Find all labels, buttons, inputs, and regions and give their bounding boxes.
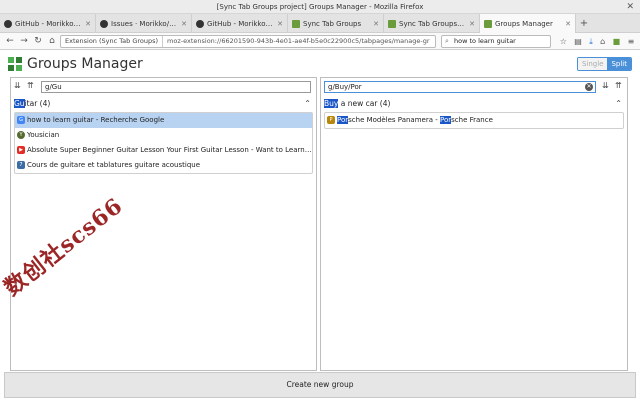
group-header[interactable]: Guitar (4) ⌃ xyxy=(14,98,313,109)
browser-search-value: how to learn guitar xyxy=(454,37,516,45)
group-title-highlight: Buy xyxy=(324,99,339,108)
browser-tab[interactable]: GitHub - Morikko/sync-ta ✕ xyxy=(0,14,96,33)
left-search-input[interactable]: g/Gu xyxy=(41,81,311,93)
left-panel: ⇊ ⇈ g/Gu Guitar (4) ⌃ G how to learn gui… xyxy=(10,77,317,371)
right-search-value: g/Buy/Por xyxy=(328,83,362,91)
download-icon[interactable]: ⤓ xyxy=(589,35,593,48)
back-icon[interactable]: ← xyxy=(4,35,16,47)
url-bar[interactable]: Extension (Sync Tab Groups) moz-extensio… xyxy=(60,35,436,48)
group-title: a new car (4) xyxy=(338,99,391,108)
home-icon[interactable]: ⌂ xyxy=(46,35,58,47)
collapse-icon[interactable]: ⌃ xyxy=(615,98,622,109)
tab-entry[interactable]: Y Yousician xyxy=(15,128,312,143)
close-tab-icon[interactable]: ✕ xyxy=(469,20,475,28)
github-icon xyxy=(100,19,108,28)
match-highlight: Por xyxy=(337,116,349,124)
group-tab-list: P Porsche Modèles Panamera - Porsche Fra… xyxy=(324,112,624,129)
sort-up-icon[interactable]: ⇈ xyxy=(27,81,34,91)
group-title: itar (4) xyxy=(24,99,51,108)
close-tab-icon[interactable]: ✕ xyxy=(565,20,571,28)
library-icon[interactable]: ▤ xyxy=(574,35,582,48)
github-icon xyxy=(4,19,12,28)
browser-tab[interactable]: Sync Tab Groups ✕ xyxy=(288,14,384,33)
group-title-highlight: Gu xyxy=(14,99,25,108)
reload-icon[interactable]: ↻ xyxy=(32,35,44,47)
search-icon: ⌕ xyxy=(445,37,449,45)
sort-down-icon[interactable]: ⇊ xyxy=(602,81,609,91)
browser-tab-active[interactable]: Groups Manager ✕ xyxy=(480,14,576,33)
left-search-value: g/Gu xyxy=(45,83,62,91)
group-tab-list: G how to learn guitar - Recherche Google… xyxy=(14,112,313,174)
browser-tab-label: Groups Manager xyxy=(495,19,553,28)
browser-tab-label: Sync Tab Groups – Add-o xyxy=(399,19,466,28)
toolbar-icons: ☆ ▤ ⤓ ⌂ ■ ≡ xyxy=(556,35,638,48)
tab-entry-title: how to learn guitar - Recherche Google xyxy=(27,116,165,124)
tab-entry[interactable]: G how to learn guitar - Recherche Google xyxy=(15,113,312,128)
collapse-icon[interactable]: ⌃ xyxy=(304,98,311,109)
view-mode-toggle: Single Split xyxy=(576,57,632,71)
clear-search-icon[interactable]: ✕ xyxy=(585,83,593,91)
site-identity[interactable]: Extension (Sync Tab Groups) xyxy=(65,36,164,47)
puzzle-icon xyxy=(388,19,396,28)
google-favicon-icon: G xyxy=(17,116,25,124)
menu-icon[interactable]: ≡ xyxy=(628,35,635,48)
bookmark-star-icon[interactable]: ☆ xyxy=(560,35,567,48)
new-tab-button[interactable]: + xyxy=(576,14,592,32)
forward-icon[interactable]: → xyxy=(18,35,30,47)
single-mode-button[interactable]: Single xyxy=(577,58,608,70)
right-panel: g/Buy/Por ✕ ⇊ ⇈ Buy a new car (4) ⌃ P Po… xyxy=(320,77,628,371)
app-logo-icon xyxy=(8,57,22,71)
sort-down-icon[interactable]: ⇊ xyxy=(14,81,21,91)
puzzle-icon xyxy=(292,19,300,28)
window-close-button[interactable]: ✕ xyxy=(626,0,634,14)
app-header: Groups Manager Single Split xyxy=(0,51,640,78)
tab-entry[interactable]: ▶ Absolute Super Beginner Guitar Lesson … xyxy=(15,143,312,158)
page-title: Groups Manager xyxy=(27,56,143,72)
browser-tab-label: GitHub - Morikko/synctal xyxy=(207,19,274,28)
browser-tab-label: Sync Tab Groups xyxy=(303,19,362,28)
youtube-favicon-icon: ▶ xyxy=(17,146,25,154)
browser-tab-strip: GitHub - Morikko/sync-ta ✕ Issues · Mori… xyxy=(0,14,640,33)
tab-entry-title: sche France xyxy=(451,116,493,124)
tab-entry-title: Absolute Super Beginner Guitar Lesson Yo… xyxy=(27,146,312,154)
sort-up-icon[interactable]: ⇈ xyxy=(615,81,622,91)
site-favicon-icon: 7 xyxy=(17,161,25,169)
tab-entry-title: sche Modèles Panamera - xyxy=(348,116,440,124)
close-tab-icon[interactable]: ✕ xyxy=(85,20,91,28)
close-tab-icon[interactable]: ✕ xyxy=(181,20,187,28)
browser-tab[interactable]: Issues · Morikko/sync-ta ✕ xyxy=(96,14,192,33)
browser-tab-label: Issues · Morikko/sync-ta xyxy=(111,19,178,28)
navigation-bar: ← → ↻ ⌂ Extension (Sync Tab Groups) moz-… xyxy=(0,33,640,50)
tab-entry[interactable]: 7 Cours de guitare et tablatures guitare… xyxy=(15,158,312,173)
url-text: moz-extension://66201590-943b-4e01-ae4f-… xyxy=(167,37,430,45)
extension-icon[interactable]: ■ xyxy=(613,35,621,48)
browser-search-input[interactable]: ⌕ how to learn guitar xyxy=(441,35,551,48)
window-title: [Sync Tab Groups project] Groups Manager… xyxy=(216,3,424,11)
yousician-favicon-icon: Y xyxy=(17,131,25,139)
split-mode-button[interactable]: Split xyxy=(607,58,631,70)
home-toolbar-icon[interactable]: ⌂ xyxy=(600,35,605,48)
porsche-favicon-icon: P xyxy=(327,116,335,124)
group-header[interactable]: Buy a new car (4) ⌃ xyxy=(324,98,624,109)
right-search-input[interactable]: g/Buy/Por ✕ xyxy=(324,81,596,93)
match-highlight: Por xyxy=(440,116,452,124)
tab-entry-title: Yousician xyxy=(27,131,60,139)
puzzle-icon xyxy=(484,19,492,28)
create-group-button[interactable]: Create new group xyxy=(4,372,636,398)
tab-entry[interactable]: P Porsche Modèles Panamera - Porsche Fra… xyxy=(325,113,623,128)
close-tab-icon[interactable]: ✕ xyxy=(277,20,283,28)
close-tab-icon[interactable]: ✕ xyxy=(373,20,379,28)
github-icon xyxy=(196,19,204,28)
tab-entry-title: Cours de guitare et tablatures guitare a… xyxy=(27,161,201,169)
window-titlebar: [Sync Tab Groups project] Groups Manager… xyxy=(0,0,640,14)
browser-tab-label: GitHub - Morikko/sync-ta xyxy=(15,19,82,28)
browser-tab[interactable]: GitHub - Morikko/synctal ✕ xyxy=(192,14,288,33)
browser-tab[interactable]: Sync Tab Groups – Add-o ✕ xyxy=(384,14,480,33)
